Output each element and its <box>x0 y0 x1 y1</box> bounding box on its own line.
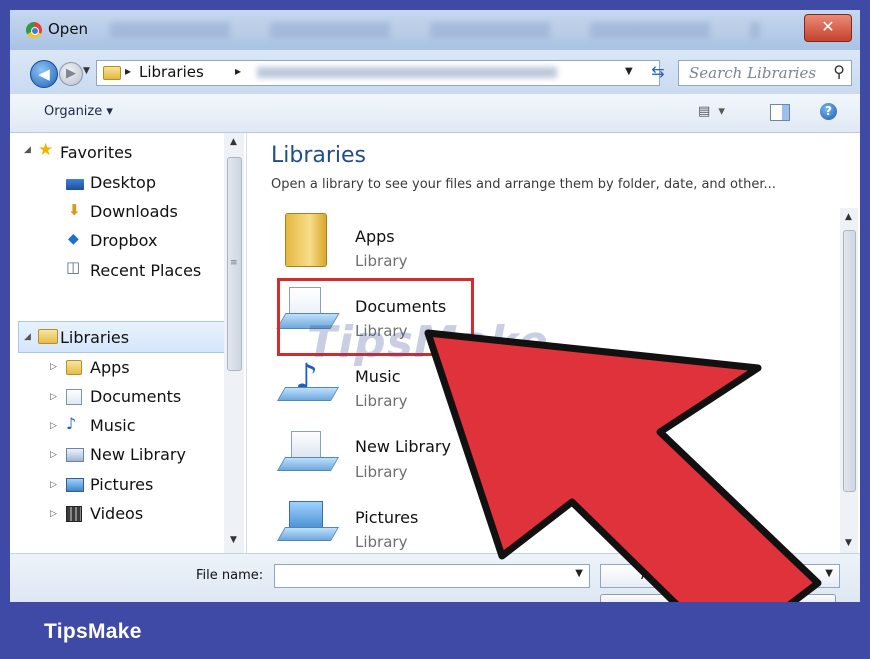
content-scrollbar[interactable]: ▲ ▼ <box>840 208 858 553</box>
nav-item-favorites[interactable]: Favorites <box>60 143 132 162</box>
apps-folder-large-icon[interactable] <box>285 213 327 267</box>
brand-footer: TipsMake <box>0 602 870 659</box>
open-file-dialog: Open ✕ ◀ ▶ ▼ ▸ Libraries ▸ ▼ ⇆ Search Li… <box>10 10 860 602</box>
expand-apps-icon[interactable]: ▷ <box>50 362 57 372</box>
downloads-icon: ⬇ <box>68 201 81 219</box>
file-type-value: All files <box>641 568 688 583</box>
file-name-bar: File name: ▼ All files ▼ <box>10 553 860 602</box>
scroll-down-icon[interactable]: ▼ <box>230 535 237 545</box>
blurred-address-text <box>257 67 557 78</box>
expand-documents-icon[interactable]: ▷ <box>50 392 57 402</box>
library-pictures-name[interactable]: Pictures <box>355 508 418 527</box>
breadcrumb-chevron-icon[interactable]: ▸ <box>125 64 131 78</box>
videos-icon <box>66 506 82 522</box>
nav-item-apps[interactable]: Apps <box>90 358 130 377</box>
scroll-up-icon[interactable]: ▲ <box>845 212 852 222</box>
scroll-up-icon[interactable]: ▲ <box>230 137 237 147</box>
forward-button[interactable]: ▶ <box>59 62 83 86</box>
expand-videos-icon[interactable]: ▷ <box>50 509 57 519</box>
file-name-input[interactable]: ▼ <box>274 564 590 588</box>
dropbox-icon: ◆ <box>68 231 79 247</box>
library-new-library-type: Library <box>355 463 408 481</box>
back-button[interactable]: ◀ <box>30 60 58 88</box>
expand-music-icon[interactable]: ▷ <box>50 421 57 431</box>
scroll-down-icon[interactable]: ▼ <box>845 538 852 548</box>
navigation-pane: ◢ ★ Favorites Desktop ⬇ Downloads ◆ Drop… <box>10 133 247 553</box>
watermark: TipsMake <box>307 317 549 368</box>
desktop-icon <box>66 179 84 190</box>
address-dropdown-icon[interactable]: ▼ <box>625 66 633 77</box>
expand-new-library-icon[interactable]: ▷ <box>50 450 57 460</box>
nav-item-documents[interactable]: Documents <box>90 387 181 406</box>
pictures-large-icon[interactable] <box>276 499 340 543</box>
music-icon: ♪ <box>66 414 77 433</box>
page-subtitle: Open a library to see your files and arr… <box>271 177 776 192</box>
expand-pictures-icon[interactable]: ▷ <box>50 480 57 490</box>
apps-folder-icon <box>66 360 82 375</box>
nav-item-dropbox[interactable]: Dropbox <box>90 231 157 250</box>
library-new-library-name[interactable]: New Library <box>355 437 451 456</box>
title-bar: Open ✕ <box>10 10 860 50</box>
chrome-logo-icon <box>26 22 42 38</box>
nav-item-pictures[interactable]: Pictures <box>90 475 153 494</box>
expand-favorites-icon[interactable]: ◢ <box>24 145 31 155</box>
refresh-icon[interactable]: ⇆ <box>644 60 672 84</box>
new-library-large-icon[interactable] <box>276 429 340 473</box>
file-type-select[interactable]: All files ▼ <box>600 564 840 588</box>
close-button[interactable]: ✕ <box>804 14 852 42</box>
nav-item-desktop[interactable]: Desktop <box>90 173 156 192</box>
nav-item-downloads[interactable]: Downloads <box>90 202 178 221</box>
window-title: Open <box>48 20 89 38</box>
preview-pane-icon[interactable] <box>770 104 790 121</box>
nav-item-libraries[interactable]: Libraries <box>60 328 129 347</box>
library-apps-name[interactable]: Apps <box>355 227 395 246</box>
page-title: Libraries <box>271 143 367 168</box>
library-pictures-type: Library <box>355 533 408 551</box>
scrollbar-grip-icon: ≡ <box>230 258 238 268</box>
recent-places-icon: ◫ <box>66 258 81 276</box>
file-name-label: File name: <box>196 568 264 583</box>
navigation-scrollbar[interactable]: ▲ ≡ ▼ <box>224 133 244 553</box>
search-icon: ⚲ <box>833 62 845 81</box>
blurred-background-tabs <box>110 22 760 38</box>
search-placeholder: Search Libraries <box>689 64 817 82</box>
file-type-dropdown-icon[interactable]: ▼ <box>825 568 833 579</box>
cancel-button[interactable] <box>726 594 836 602</box>
scrollbar-thumb[interactable] <box>843 230 856 492</box>
expand-libraries-icon[interactable]: ◢ <box>24 332 31 342</box>
favorites-star-icon: ★ <box>38 140 54 160</box>
library-apps-type: Library <box>355 252 408 270</box>
new-library-icon <box>66 448 84 462</box>
content-pane: Libraries Open a library to see your fil… <box>247 133 860 553</box>
pictures-icon <box>66 478 84 492</box>
breadcrumb-chevron-icon[interactable]: ▸ <box>235 64 241 78</box>
nav-item-videos[interactable]: Videos <box>90 504 143 523</box>
search-input[interactable]: Search Libraries ⚲ <box>678 60 852 86</box>
libraries-folder-icon <box>103 66 121 80</box>
recent-locations-dropdown-icon[interactable]: ▼ <box>83 66 90 76</box>
open-button[interactable] <box>600 594 710 602</box>
nav-item-music[interactable]: Music <box>90 416 136 435</box>
nav-item-new-library[interactable]: New Library <box>90 445 186 464</box>
libraries-icon <box>38 329 58 344</box>
organize-menu-button[interactable]: Organize ▾ <box>44 104 113 119</box>
nav-item-recent-places[interactable]: Recent Places <box>90 261 201 280</box>
command-toolbar: Organize ▾ ▤ ▾ ? <box>10 94 860 133</box>
help-icon[interactable]: ? <box>820 103 837 120</box>
documents-icon <box>66 389 82 405</box>
address-bar[interactable]: ▸ Libraries ▸ ▼ <box>96 60 660 86</box>
brand-logo-text: TipsMake <box>44 620 142 643</box>
file-name-dropdown-icon[interactable]: ▼ <box>575 568 583 579</box>
breadcrumb-libraries[interactable]: Libraries <box>139 63 204 81</box>
library-music-type: Library <box>355 392 408 410</box>
library-music-name[interactable]: Music <box>355 367 401 386</box>
change-view-icon[interactable]: ▤ ▾ <box>698 104 727 119</box>
